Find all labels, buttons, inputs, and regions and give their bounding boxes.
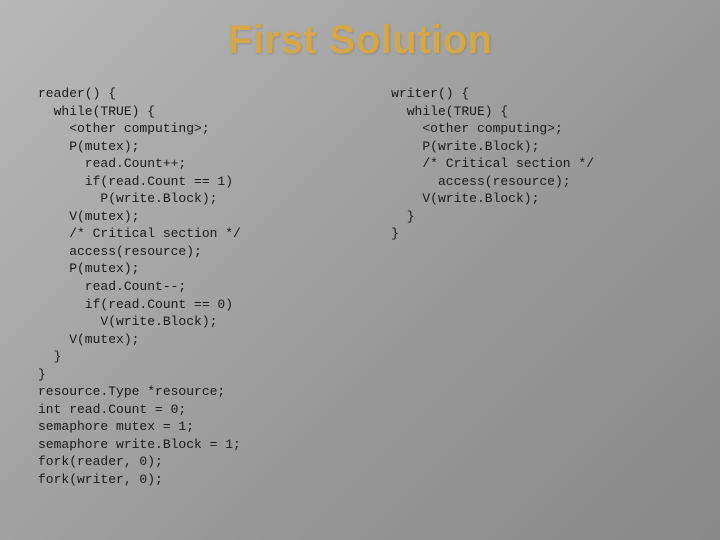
writer-code-block: writer() { while(TRUE) { <other computin…: [391, 85, 682, 489]
reader-code-block: reader() { while(TRUE) { <other computin…: [38, 85, 361, 489]
slide-title: First Solution: [0, 0, 720, 63]
code-columns: reader() { while(TRUE) { <other computin…: [0, 63, 720, 489]
